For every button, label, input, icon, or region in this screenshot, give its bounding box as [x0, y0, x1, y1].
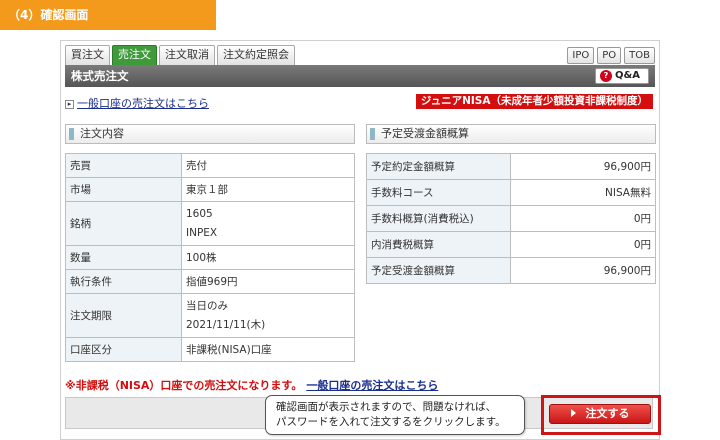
row-label: 市場: [65, 177, 182, 202]
settlement-estimate-table: 予定約定金額概算 96,900円 手数料コース NISA無料 手数料概算(消費税…: [366, 153, 656, 284]
stock-name: INPEX: [186, 226, 218, 239]
tab-buy[interactable]: 買注文: [65, 45, 110, 65]
order-tabs: 買注文 売注文 注文取消 注文約定照会: [65, 45, 297, 65]
general-account-link[interactable]: 一般口座の売注文はこちら: [77, 97, 209, 110]
row-value: 96,900円: [510, 257, 656, 284]
row-label: 予定約定金額概算: [366, 153, 511, 180]
general-account-link-bottom[interactable]: 一般口座の売注文はこちら: [306, 379, 438, 392]
ipo-button[interactable]: IPO: [567, 47, 595, 64]
tob-button[interactable]: TOB: [624, 47, 655, 64]
table-row: 売買 売付: [65, 153, 355, 178]
general-account-link-row: ▸ 一般口座の売注文はこちら: [65, 95, 209, 111]
submit-label: 注文する: [585, 407, 630, 420]
arrow-right-icon: ▸: [65, 100, 74, 109]
row-label: 口座区分: [65, 337, 182, 362]
settlement-estimate-heading: 予定受渡金額概算: [366, 124, 656, 144]
table-row: 注文期限 当日のみ 2021/11/11(木): [65, 293, 355, 338]
table-row: 内消費税概算 0円: [366, 231, 656, 258]
row-value: 売付: [181, 153, 355, 178]
table-row: 予定受渡金額概算 96,900円: [366, 257, 656, 284]
step-header: （4）確認画面: [0, 0, 216, 30]
nisa-notice: ※非課税（NISA）口座での売注文になります。 一般口座の売注文はこちら: [65, 377, 438, 393]
row-value: 0円: [510, 205, 656, 232]
instruction-callout: 確認画面が表示されますので、問題なければ、 パスワードを入れて注文するをクリック…: [265, 395, 525, 435]
qa-button[interactable]: ? Q&A: [595, 68, 649, 84]
tab-order-inquiry[interactable]: 注文約定照会: [217, 45, 295, 65]
row-label: 手数料コース: [366, 179, 511, 206]
table-row: 執行条件 指値969円: [65, 269, 355, 294]
row-label: 売買: [65, 153, 182, 178]
play-arrow-icon: [570, 409, 576, 417]
table-row: 手数料概算(消費税込) 0円: [366, 205, 656, 232]
po-button[interactable]: PO: [597, 47, 622, 64]
row-label: 手数料概算(消費税込): [366, 205, 511, 232]
page-title-bar: 株式売注文 ? Q&A: [65, 65, 655, 87]
table-row: 市場 東京１部: [65, 177, 355, 202]
row-value: NISA無料: [510, 179, 656, 206]
tab-sell[interactable]: 売注文: [112, 45, 157, 65]
row-value: 非課税(NISA)口座: [181, 337, 355, 362]
junior-nisa-badge: ジュニアNISA（未成年者少額投資非課税制度）: [415, 94, 653, 109]
row-label: 執行条件: [65, 269, 182, 294]
row-label: 注文期限: [65, 293, 182, 338]
submit-order-button[interactable]: 注文する: [549, 404, 651, 424]
order-term: 当日のみ: [186, 299, 228, 312]
table-row: 数量 100株: [65, 245, 355, 270]
row-label: 内消費税概算: [366, 231, 511, 258]
row-label: 数量: [65, 245, 182, 270]
row-label: 銘柄: [65, 201, 182, 246]
callout-line-1: 確認画面が表示されますので、問題なければ、: [276, 401, 497, 413]
row-value: 指値969円: [181, 269, 355, 294]
help-circle-icon: ?: [600, 70, 612, 82]
right-tabs: IPO PO TOB: [564, 47, 655, 64]
order-details-table: 売買 売付 市場 東京１部 銘柄 1605 INPEX 数量 100株 執行条件 …: [65, 153, 355, 362]
table-row: 予定約定金額概算 96,900円: [366, 153, 656, 180]
order-expiry-date: 2021/11/11(木): [186, 318, 266, 331]
row-value: 1605 INPEX: [181, 201, 355, 246]
row-value: 東京１部: [181, 177, 355, 202]
tab-cancel[interactable]: 注文取消: [159, 45, 215, 65]
order-confirm-panel: 買注文 売注文 注文取消 注文約定照会 IPO PO TOB 株式売注文 ? Q…: [60, 40, 661, 440]
stock-code: 1605: [186, 207, 213, 220]
row-value: 100株: [181, 245, 355, 270]
page-title: 株式売注文: [71, 69, 129, 83]
row-label: 予定受渡金額概算: [366, 257, 511, 284]
row-value: 当日のみ 2021/11/11(木): [181, 293, 355, 338]
callout-line-2: パスワードを入れて注文するをクリックします。: [276, 416, 506, 428]
qa-label: Q&A: [615, 70, 640, 81]
notice-text: ※非課税（NISA）口座での売注文になります。: [65, 379, 303, 392]
table-row: 銘柄 1605 INPEX: [65, 201, 355, 246]
row-value: 0円: [510, 231, 656, 258]
row-value: 96,900円: [510, 153, 656, 180]
table-row: 手数料コース NISA無料: [366, 179, 656, 206]
table-row: 口座区分 非課税(NISA)口座: [65, 337, 355, 362]
order-details-heading: 注文内容: [65, 124, 355, 144]
